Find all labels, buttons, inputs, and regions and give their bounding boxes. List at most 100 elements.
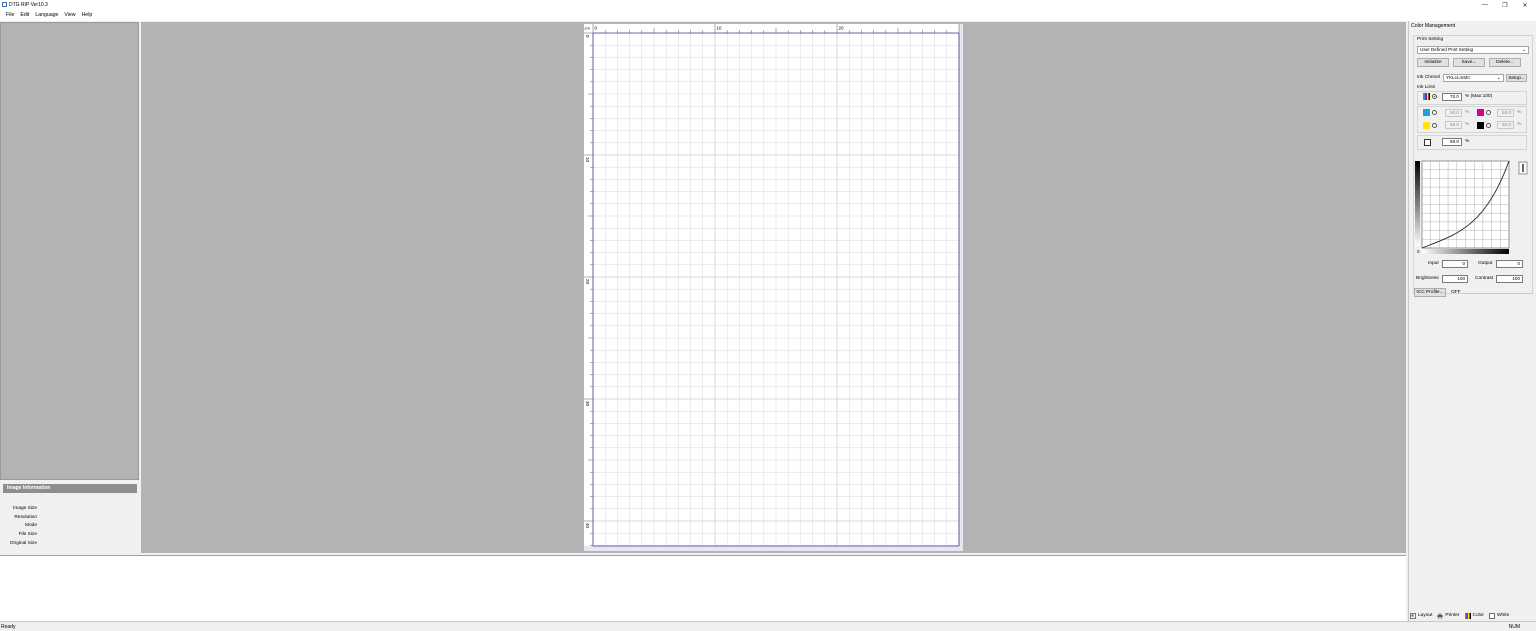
thumbnail-panel[interactable] [0,22,139,480]
color-management-title: Color Management [1411,23,1456,29]
ruler-unit-label: cm [585,26,591,31]
white-limit-group [1417,135,1527,150]
menu-file[interactable]: File [6,10,14,21]
minimize-button[interactable]: — [1474,0,1496,10]
cyan-radio[interactable] [1432,110,1437,115]
ink-channel-value: YKLcLmMC [1446,75,1471,80]
image-information-header: Image Information [3,484,137,493]
menu-bar: File Edit Language View Help [0,10,1536,21]
cyan-swatch-icon [1423,109,1430,116]
brightness-field[interactable]: 100 [1442,275,1468,283]
contrast-label: Contrast [1475,276,1494,281]
tab-layout[interactable]: Layout [1410,612,1433,619]
resolution-label: Resolution [14,515,37,520]
black-radio[interactable] [1486,123,1491,128]
chevron-down-icon: ⌄ [1521,47,1526,53]
menu-help[interactable]: Help [82,10,93,21]
save-button[interactable]: Save... [1453,58,1485,67]
restore-button[interactable]: ❐ [1494,0,1516,10]
magenta-swatch-icon [1477,109,1484,116]
num-lock-indicator: NUM [1508,624,1520,630]
status-bar: Ready NUM [0,621,1536,631]
output-field[interactable]: 0 [1496,260,1523,268]
ruler-v-label: 30 [585,401,590,407]
ruler-v-label: 40 [585,523,590,529]
white-swatch-icon [1424,139,1431,146]
white-limit-input[interactable]: 90.0 [1442,138,1462,146]
color-management-panel: Color Management Print Setting User Defi… [1408,21,1536,621]
mode-label: Mode [25,523,37,528]
initialize-button[interactable]: Initialize [1417,58,1449,67]
yellow-swatch-icon [1423,122,1430,129]
window-title: DTG RIP Ver10.3 [9,2,48,8]
tab-white[interactable]: White [1489,612,1510,619]
ink-channel-label: Ink Chnnel [1417,75,1440,80]
canvas-area[interactable]: cm 0 10 20 0 10 20 30 40 [141,22,1406,553]
tab-color-label: Color [1472,613,1485,618]
original-size-label: Original Size [9,541,37,546]
divider [1463,293,1533,294]
ink-limit-unit: % (Max:100) [1465,94,1493,99]
print-setting-value: User Defined Print Setting [1420,47,1474,52]
contrast-field[interactable]: 100 [1496,275,1523,283]
input-field[interactable]: 0 [1442,260,1468,268]
magenta-radio[interactable] [1486,110,1491,115]
input-gradient-bar [1422,249,1509,254]
status-text: Ready [1,624,16,630]
setup-button[interactable]: Setup... [1506,74,1527,82]
menu-edit[interactable]: Edit [20,10,29,21]
close-button[interactable]: ✕ [1514,0,1536,10]
ruler-h-label: 20 [839,26,845,31]
yellow-percent: % [1465,122,1470,127]
input-label: Input [1428,261,1439,266]
cyan-percent: % [1465,110,1470,115]
icc-status: OFF [1451,290,1461,295]
cyan-limit-input[interactable]: 50.0 [1445,109,1462,117]
output-gradient-bar [1415,161,1420,246]
tab-printer[interactable]: Printer [1437,613,1460,619]
all-inks-icon [1423,93,1430,100]
panel-tabs: Layout Printer Color White [1410,610,1536,621]
ruler-h-label: 10 [717,26,723,31]
app-window: DTG RIP Ver10.3 — ❐ ✕ File Edit Language… [0,0,1536,631]
ink-limit-all-radio[interactable] [1432,94,1437,99]
icc-profile-button[interactable]: ICC Profile... [1414,288,1446,297]
image-size-label: Image Size [13,506,37,511]
tab-color[interactable]: Color [1464,612,1485,619]
magenta-percent: % [1517,110,1522,115]
white-percent: % [1465,139,1470,144]
menu-language[interactable]: Language [35,10,58,21]
yellow-limit-input[interactable]: 50.0 [1445,121,1462,129]
brightness-label: Brightness [1416,276,1439,281]
app-icon [2,2,7,7]
tab-layout-label: Layout [1418,613,1433,618]
output-label: Output [1478,261,1493,266]
tone-curve-editor[interactable]: 0 [1415,160,1533,258]
file-size-label: File Size [18,532,37,537]
curve-zero-label: 0 [1417,249,1420,254]
image-information-panel: Image Information Image Size Resolution … [0,481,139,553]
black-swatch-icon [1477,122,1484,129]
ruler-v-label: 20 [585,279,590,285]
black-limit-input[interactable]: 50.0 [1497,121,1514,129]
yellow-radio[interactable] [1432,123,1437,128]
message-area[interactable] [0,555,1406,621]
print-page[interactable]: cm 0 10 20 0 10 20 30 40 [584,24,963,551]
ink-limit-input[interactable]: 70.0 [1442,93,1462,101]
layout-icon [1410,612,1416,619]
white-ink-icon [1489,612,1495,619]
black-percent: % [1517,122,1522,127]
ruler-v-label: 10 [585,157,590,163]
title-bar: DTG RIP Ver10.3 — ❐ ✕ [0,0,1536,10]
tab-printer-label: Printer [1445,613,1460,618]
menu-view[interactable]: View [64,10,75,21]
ink-channel-select[interactable]: YKLcLmMC ⌄ [1443,74,1504,82]
magenta-limit-input[interactable]: 50.0 [1497,109,1514,117]
tab-white-label: White [1497,613,1510,618]
print-setting-label: Print Setting [1417,37,1444,42]
color-icon [1464,612,1471,619]
printer-icon [1437,613,1443,619]
chevron-down-icon: ⌄ [1496,75,1501,81]
delete-button[interactable]: Delete... [1489,58,1521,67]
print-setting-select[interactable]: User Defined Print Setting ⌄ [1417,46,1529,54]
